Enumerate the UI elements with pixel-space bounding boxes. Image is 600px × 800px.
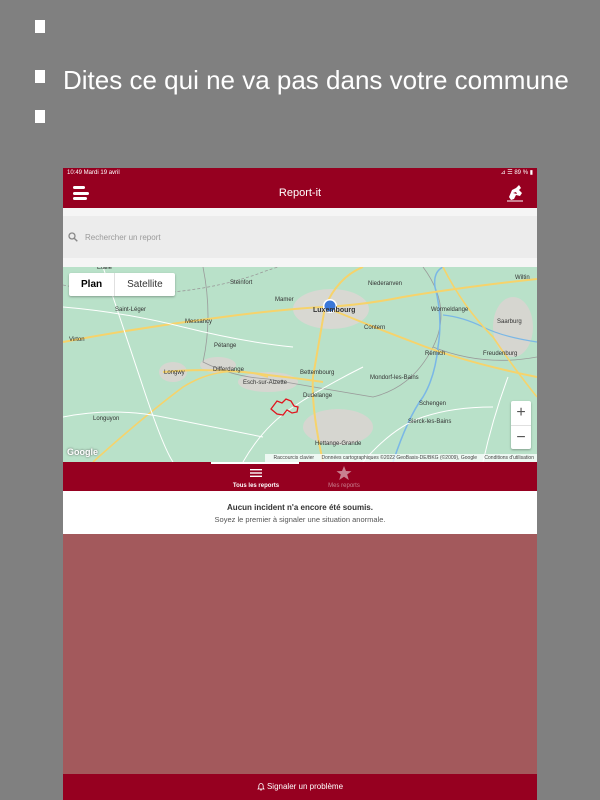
place-label: Wiltin bbox=[515, 275, 530, 281]
keyboard-shortcuts-link[interactable]: Raccourcis clavier bbox=[274, 455, 315, 461]
place-label: Saarburg bbox=[497, 319, 522, 325]
google-logo: Google bbox=[67, 447, 98, 457]
place-label: Etalle bbox=[97, 267, 113, 271]
bullet-marker bbox=[35, 110, 45, 123]
place-label: Saint-Léger bbox=[115, 307, 146, 313]
place-label: Wormeldange bbox=[431, 307, 469, 313]
place-label: Sierck-les-Bains bbox=[408, 419, 451, 425]
place-label: Esch-sur-Alzette bbox=[243, 380, 288, 386]
content-area bbox=[63, 534, 537, 774]
place-label: Steinfort bbox=[230, 280, 253, 286]
place-label: Longwy bbox=[164, 370, 185, 376]
active-tab-indicator bbox=[211, 462, 299, 464]
search-input[interactable] bbox=[85, 229, 485, 245]
bullet-marker bbox=[35, 70, 45, 83]
place-label: Pétange bbox=[214, 343, 237, 349]
place-label: Freudenburg bbox=[483, 351, 517, 357]
search-section bbox=[63, 208, 537, 267]
zoom-out-button[interactable]: − bbox=[511, 426, 531, 450]
place-label: Luxembourg bbox=[313, 307, 355, 314]
search-icon bbox=[68, 232, 78, 242]
promo-banner: Dites ce qui ne va pas dans votre commun… bbox=[0, 0, 600, 150]
zoom-in-button[interactable]: + bbox=[511, 401, 531, 426]
list-icon bbox=[250, 469, 262, 477]
place-label: Bettembourg bbox=[300, 370, 334, 376]
status-indicators: ⊿ ☰ 89 % ▮ bbox=[500, 170, 533, 176]
tab-label: Mes reports bbox=[328, 483, 360, 489]
place-label: Virton bbox=[69, 337, 85, 343]
place-label: Hettange-Grande bbox=[315, 441, 362, 447]
app-screenshot: 10:49 Mardi 19 avril ⊿ ☰ 89 % ▮ Report-i… bbox=[63, 168, 537, 800]
place-label: Mondorf-les-Bains bbox=[370, 375, 419, 381]
place-label: Schengen bbox=[419, 401, 446, 407]
bell-icon bbox=[257, 782, 265, 791]
promo-headline: Dites ce qui ne va pas dans votre commun… bbox=[63, 65, 569, 95]
map-type-toggle: Plan Satellite bbox=[69, 273, 175, 296]
empty-state-title: Aucun incident n'a encore été soumis. bbox=[227, 503, 373, 512]
report-problem-label: Signaler un problème bbox=[266, 782, 344, 791]
map-view[interactable]: Etalle Steinfort Niederanven Mamer Luxem… bbox=[63, 267, 537, 462]
report-tabs: Tous les reports Mes reports bbox=[63, 462, 537, 491]
map-type-satellite-button[interactable]: Satellite bbox=[115, 273, 175, 296]
bullet-marker bbox=[35, 20, 45, 33]
empty-state: Aucun incident n'a encore été soumis. So… bbox=[63, 491, 537, 534]
empty-state-subtitle: Soyez le premier à signaler une situatio… bbox=[214, 515, 386, 524]
place-label: Remich bbox=[425, 351, 445, 357]
tab-all-reports[interactable]: Tous les reports bbox=[211, 462, 301, 491]
place-label: Longuyon bbox=[93, 416, 119, 422]
navbar: Report-it bbox=[63, 178, 537, 208]
place-label: Niederanven bbox=[368, 281, 402, 287]
page-title: Report-it bbox=[278, 187, 322, 199]
search-bar[interactable] bbox=[63, 216, 537, 258]
status-time: 10:49 Mardi 19 avril bbox=[67, 170, 120, 176]
status-bar: 10:49 Mardi 19 avril ⊿ ☰ 89 % ▮ bbox=[63, 168, 537, 178]
crest-logo-icon[interactable] bbox=[503, 181, 527, 205]
place-label: Dudelange bbox=[303, 393, 333, 399]
place-label: Contern bbox=[364, 325, 385, 331]
place-label: Mamer bbox=[275, 297, 294, 303]
place-label: Differdange bbox=[213, 367, 245, 373]
tab-my-reports[interactable]: Mes reports bbox=[299, 462, 389, 491]
report-problem-button[interactable]: Signaler un problème bbox=[63, 774, 537, 800]
zoom-controls: + − bbox=[511, 401, 531, 449]
terms-link[interactable]: Conditions d'utilisation bbox=[484, 455, 534, 461]
tab-label: Tous les reports bbox=[232, 483, 280, 489]
map-type-plan-button[interactable]: Plan bbox=[69, 273, 116, 296]
star-icon bbox=[336, 466, 352, 480]
place-label: Messancy bbox=[185, 319, 212, 325]
map-attribution: Raccourcis clavier Données cartographiqu… bbox=[264, 454, 537, 462]
map-canvas: Etalle Steinfort Niederanven Mamer Luxem… bbox=[63, 267, 537, 462]
map-data-credit: Données cartographiques ©2022 GeoBasis-D… bbox=[321, 455, 477, 461]
